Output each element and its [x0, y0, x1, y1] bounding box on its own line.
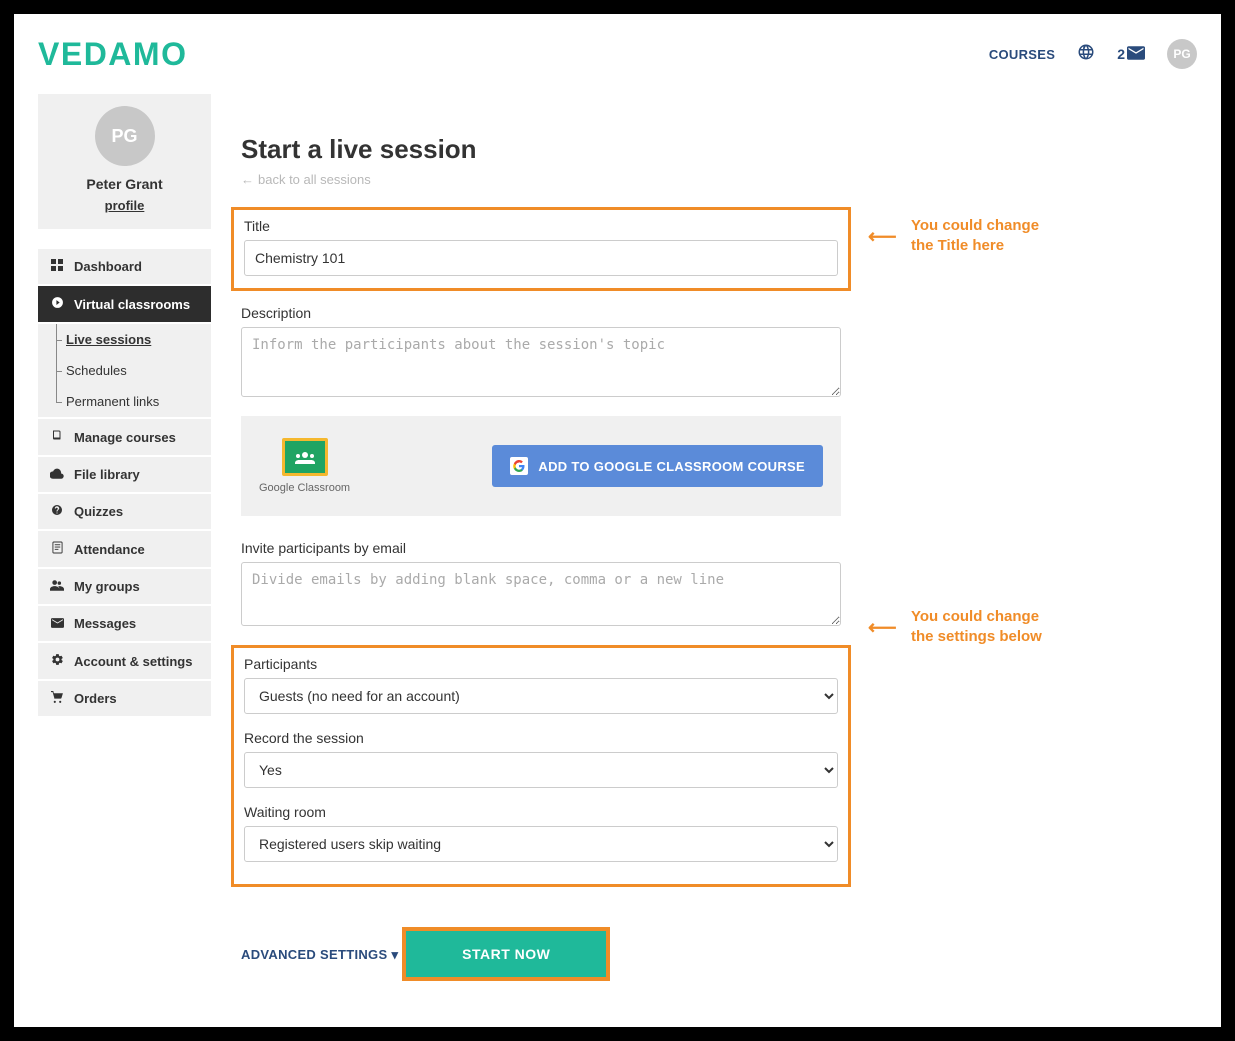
nav: Dashboard Virtual classrooms Live sessio…: [38, 249, 211, 718]
notif-count: 2: [1117, 46, 1125, 62]
nav-messages[interactable]: Messages: [38, 606, 211, 643]
start-now-button[interactable]: START NOW: [406, 931, 606, 977]
main: Start a live session ← back to all sessi…: [241, 94, 841, 981]
nav-label: Virtual classrooms: [74, 297, 190, 312]
book-icon: [50, 429, 64, 445]
nav-label: Quizzes: [74, 504, 123, 519]
title-input[interactable]: [244, 240, 838, 276]
sub-schedules[interactable]: Schedules: [38, 355, 211, 386]
users-icon: [50, 580, 64, 594]
google-classroom-panel: Google Classroom ADD TO GOOGLE CLASSROOM…: [241, 416, 841, 516]
nav-label: Attendance: [74, 542, 145, 557]
nav-label: File library: [74, 467, 140, 482]
nav-orders[interactable]: Orders: [38, 681, 211, 718]
invite-label: Invite participants by email: [241, 540, 841, 556]
dashboard-icon: [50, 259, 64, 274]
question-icon: [50, 504, 64, 519]
profile-link[interactable]: profile: [105, 198, 145, 213]
nav-label: Messages: [74, 616, 136, 631]
gc-btn-label: ADD TO GOOGLE CLASSROOM COURSE: [538, 459, 805, 474]
google-classroom-icon: [282, 438, 328, 476]
arrow-left-icon: ⟵: [868, 615, 897, 640]
back-text: back to all sessions: [258, 172, 371, 187]
profile-card: PG Peter Grant profile: [38, 94, 211, 229]
sub-live-sessions[interactable]: Live sessions: [38, 324, 211, 355]
mail-icon: [1127, 46, 1145, 63]
advanced-settings-toggle[interactable]: ADVANCED SETTINGS ▾: [241, 947, 398, 963]
nav-quizzes[interactable]: Quizzes: [38, 494, 211, 531]
profile-name: Peter Grant: [48, 176, 201, 192]
back-link[interactable]: ← back to all sessions: [241, 172, 371, 187]
arrow-left-icon: ⟵: [868, 224, 897, 249]
invite-textarea[interactable]: [241, 562, 841, 626]
user-avatar[interactable]: PG: [1167, 39, 1197, 69]
title-highlight: Title: [231, 207, 851, 291]
description-label: Description: [241, 305, 841, 321]
sub-label: Permanent links: [66, 394, 159, 409]
sub-label: Schedules: [66, 363, 127, 378]
annotation-title: You could change the Title here: [911, 216, 1039, 255]
nav-my-groups[interactable]: My groups: [38, 569, 211, 606]
caret-down-icon: ▾: [391, 947, 398, 963]
profile-avatar: PG: [95, 106, 155, 166]
nav-label: Manage courses: [74, 430, 176, 445]
nav-dashboard[interactable]: Dashboard: [38, 249, 211, 286]
gear-icon: [50, 653, 64, 669]
adv-label: ADVANCED SETTINGS: [241, 947, 387, 962]
title-label: Title: [244, 218, 838, 234]
participants-select[interactable]: Guests (no need for an account): [244, 678, 838, 714]
cart-icon: [50, 691, 64, 706]
add-to-google-classroom-button[interactable]: ADD TO GOOGLE CLASSROOM COURSE: [492, 445, 823, 487]
nav-label: My groups: [74, 579, 140, 594]
document-icon: [50, 541, 64, 557]
nav-file-library[interactable]: File library: [38, 457, 211, 494]
form: Title Description Google Classroom: [241, 207, 841, 981]
play-circle-icon: [50, 296, 64, 312]
topbar: VEDAMO COURSES 2 PG: [38, 24, 1197, 84]
courses-link[interactable]: COURSES: [989, 47, 1055, 62]
waiting-label: Waiting room: [244, 804, 838, 820]
anno-line2: the settings below: [911, 627, 1042, 647]
sidebar: PG Peter Grant profile Dashboard Virtual…: [38, 94, 211, 981]
start-button-highlight: START NOW: [402, 927, 610, 981]
annotation-settings: You could change the settings below: [911, 607, 1042, 646]
nav-manage-courses[interactable]: Manage courses: [38, 419, 211, 457]
participants-label: Participants: [244, 656, 838, 672]
sub-label: Live sessions: [66, 332, 151, 347]
globe-icon[interactable]: [1077, 43, 1095, 66]
nav-label: Account & settings: [74, 654, 192, 669]
anno-line2: the Title here: [911, 236, 1039, 256]
waiting-select[interactable]: Registered users skip waiting: [244, 826, 838, 862]
nav-label: Dashboard: [74, 259, 142, 274]
page-title: Start a live session: [241, 134, 841, 165]
record-select[interactable]: Yes: [244, 752, 838, 788]
nav-virtual-classrooms[interactable]: Virtual classrooms: [38, 286, 211, 324]
sub-permanent-links[interactable]: Permanent links: [38, 386, 211, 417]
description-textarea[interactable]: [241, 327, 841, 397]
mail-icon: [50, 617, 64, 631]
record-label: Record the session: [244, 730, 838, 746]
google-g-icon: [510, 457, 528, 475]
arrow-left-icon: ←: [241, 172, 254, 187]
topbar-right: COURSES 2 PG: [989, 39, 1197, 69]
nav-attendance[interactable]: Attendance: [38, 531, 211, 569]
sub-nav: Live sessions Schedules Permanent links: [38, 324, 211, 419]
nav-account-settings[interactable]: Account & settings: [38, 643, 211, 681]
gc-caption: Google Classroom: [259, 482, 350, 494]
nav-label: Orders: [74, 691, 117, 706]
anno-line1: You could change: [911, 216, 1039, 236]
notifications[interactable]: 2: [1117, 46, 1145, 63]
anno-line1: You could change: [911, 607, 1042, 627]
brand-logo: VEDAMO: [38, 36, 187, 73]
cloud-icon: [50, 468, 64, 482]
settings-highlight: Participants Guests (no need for an acco…: [231, 645, 851, 887]
gc-logo-block: Google Classroom: [259, 438, 350, 494]
